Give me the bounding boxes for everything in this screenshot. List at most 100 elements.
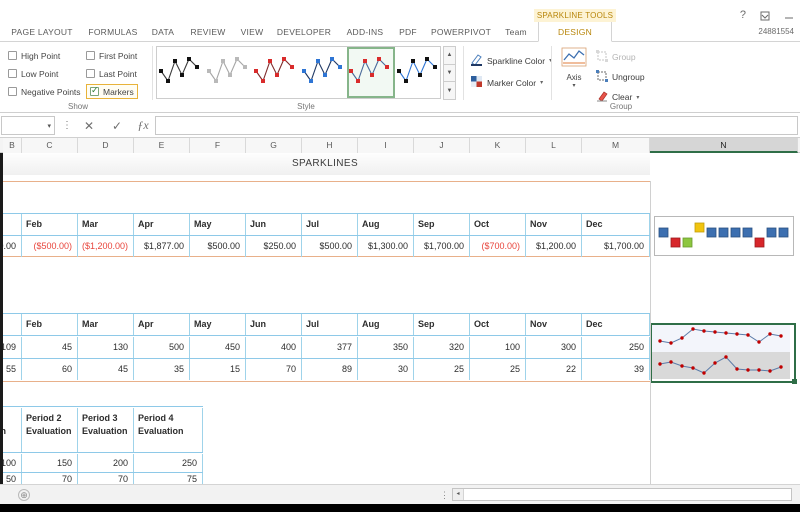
tab-pdf[interactable]: PDF: [394, 22, 422, 42]
line-sparkline-cell-1[interactable]: [652, 325, 790, 352]
table1-value-cell[interactable]: $1,300.00: [358, 236, 414, 257]
table1-value-cell[interactable]: $500.00: [302, 236, 358, 257]
table2-month-header[interactable]: Jun: [246, 314, 302, 335]
axis-button[interactable]: Axis ▾: [557, 46, 591, 96]
table1-value-cell[interactable]: $1,700.00: [414, 236, 470, 257]
group-button[interactable]: Group: [596, 49, 636, 65]
insert-function-icon[interactable]: ƒx: [130, 116, 156, 135]
table2-row2-cell[interactable]: 35: [134, 359, 190, 380]
table3-row2-cell[interactable]: 70: [78, 473, 134, 484]
style-thumb-6[interactable]: [395, 47, 442, 98]
tab-team[interactable]: Team: [500, 22, 532, 42]
column-header-E[interactable]: E: [134, 138, 190, 153]
table2-month-header[interactable]: Feb: [22, 314, 78, 335]
table2-row1-cell[interactable]: 500: [134, 337, 190, 358]
tab-powerpivot[interactable]: POWERPIVOT: [426, 22, 496, 42]
table2-month-header[interactable]: Nov: [526, 314, 582, 335]
table1-month-header[interactable]: Jun: [246, 214, 302, 235]
table2-month-header[interactable]: Sep: [414, 314, 470, 335]
table2-row2-cell[interactable]: 70: [246, 359, 302, 380]
table2-month-header[interactable]: Oct: [470, 314, 526, 335]
scroll-left-icon[interactable]: ◂: [453, 489, 464, 500]
selection-fill-handle[interactable]: [792, 379, 797, 384]
line-sparkline-selection[interactable]: [652, 325, 794, 381]
tab-design[interactable]: DESIGN: [538, 22, 612, 42]
table1-month-header[interactable]: Jul: [302, 214, 358, 235]
table1-month-header[interactable]: [3, 214, 22, 235]
table2-month-header[interactable]: Mar: [78, 314, 134, 335]
table2-month-header[interactable]: Jul: [302, 314, 358, 335]
style-thumb-5[interactable]: [347, 47, 395, 98]
style-thumb-4[interactable]: [300, 47, 348, 98]
table2-row1-cell[interactable]: 130: [78, 337, 134, 358]
column-header-H[interactable]: H: [302, 138, 358, 153]
more-styles-icon[interactable]: ▼: [443, 81, 456, 100]
column-header-B[interactable]: B: [3, 138, 22, 153]
formula-input[interactable]: [155, 116, 798, 135]
column-header-D[interactable]: D: [78, 138, 134, 153]
table2-row2-cell[interactable]: 39: [582, 359, 650, 380]
table1-month-header[interactable]: Mar: [78, 214, 134, 235]
table2-row1-cell[interactable]: 350: [358, 337, 414, 358]
table3-row2-cell[interactable]: 70: [22, 473, 78, 484]
table2-row2-cell[interactable]: 89: [302, 359, 358, 380]
tab-page-layout[interactable]: PAGE LAYOUT: [6, 22, 78, 42]
tab-formulas[interactable]: FORMULAS: [84, 22, 142, 42]
table3-header-cell[interactable]: Period 2 Evaluation: [22, 408, 78, 452]
table2-month-header[interactable]: [3, 314, 22, 335]
table1-month-header[interactable]: Aug: [358, 214, 414, 235]
style-thumb-3[interactable]: [252, 47, 300, 98]
table1-value-cell[interactable]: $250.00: [246, 236, 302, 257]
column-header-J[interactable]: J: [414, 138, 470, 153]
table1-value-cell[interactable]: ($1,200.00): [78, 236, 134, 257]
chevron-down-icon[interactable]: ▾: [540, 79, 543, 86]
column-header-L[interactable]: L: [526, 138, 582, 153]
split-handle[interactable]: ⋮: [440, 490, 449, 501]
table1-value-cell[interactable]: $500.00: [190, 236, 246, 257]
table3-header-cell[interactable]: Period 3 Evaluation: [78, 408, 134, 452]
checkbox-markers[interactable]: Markers: [86, 84, 138, 99]
checkbox-first-point[interactable]: First Point: [86, 48, 137, 63]
table2-month-header[interactable]: May: [190, 314, 246, 335]
table1-value-cell[interactable]: 500.00: [0, 236, 22, 257]
ungroup-button[interactable]: Ungroup: [596, 69, 645, 85]
style-thumb-1[interactable]: [157, 47, 205, 98]
new-sheet-button[interactable]: ⊕: [18, 489, 30, 501]
marker-color-button[interactable]: Marker Color ▾: [470, 74, 543, 91]
table2-row1-cell[interactable]: 100: [470, 337, 526, 358]
confirm-edit-icon[interactable]: ✓: [104, 116, 130, 135]
column-header-I[interactable]: I: [358, 138, 414, 153]
column-header-M[interactable]: M: [582, 138, 650, 153]
table2-row1-cell[interactable]: 250: [582, 337, 650, 358]
table2-row2-cell[interactable]: 15: [190, 359, 246, 380]
table2-row2-cell[interactable]: 25: [414, 359, 470, 380]
table2-month-header[interactable]: Aug: [358, 314, 414, 335]
column-header-K[interactable]: K: [470, 138, 526, 153]
tab-review[interactable]: REVIEW: [184, 22, 232, 42]
table2-row2-cell[interactable]: 30: [358, 359, 414, 380]
formula-bar-handle[interactable]: ⋮: [62, 120, 72, 131]
table1-value-cell[interactable]: ($500.00): [22, 236, 78, 257]
chevron-down-icon[interactable]: ▾: [636, 94, 639, 101]
tab-data[interactable]: DATA: [146, 22, 180, 42]
table3-header-cell[interactable]: od 1 uation: [0, 408, 22, 452]
help-icon[interactable]: ?: [740, 10, 746, 21]
table1-month-header[interactable]: Feb: [22, 214, 78, 235]
table2-row1-cell[interactable]: 300: [526, 337, 582, 358]
tab-add-ins[interactable]: ADD-INS: [340, 22, 390, 42]
table2-row1-cell[interactable]: 450: [190, 337, 246, 358]
chevron-down-icon[interactable]: ▾: [557, 82, 591, 89]
table1-month-header[interactable]: Nov: [526, 214, 582, 235]
table1-month-header[interactable]: Sep: [414, 214, 470, 235]
table2-month-header[interactable]: Apr: [134, 314, 190, 335]
name-box[interactable]: ▾: [1, 116, 55, 135]
table1-month-header[interactable]: Oct: [470, 214, 526, 235]
table2-row1-cell[interactable]: 320: [414, 337, 470, 358]
table1-value-cell[interactable]: ($700.00): [470, 236, 526, 257]
table3-row1-cell[interactable]: 200: [78, 454, 134, 472]
column-header-G[interactable]: G: [246, 138, 302, 153]
checkbox-negative-points[interactable]: Negative Points: [8, 84, 81, 99]
table3-row2-cell[interactable]: 75: [134, 473, 203, 484]
table2-row2-cell[interactable]: 22: [526, 359, 582, 380]
minimize-icon[interactable]: [784, 11, 794, 21]
